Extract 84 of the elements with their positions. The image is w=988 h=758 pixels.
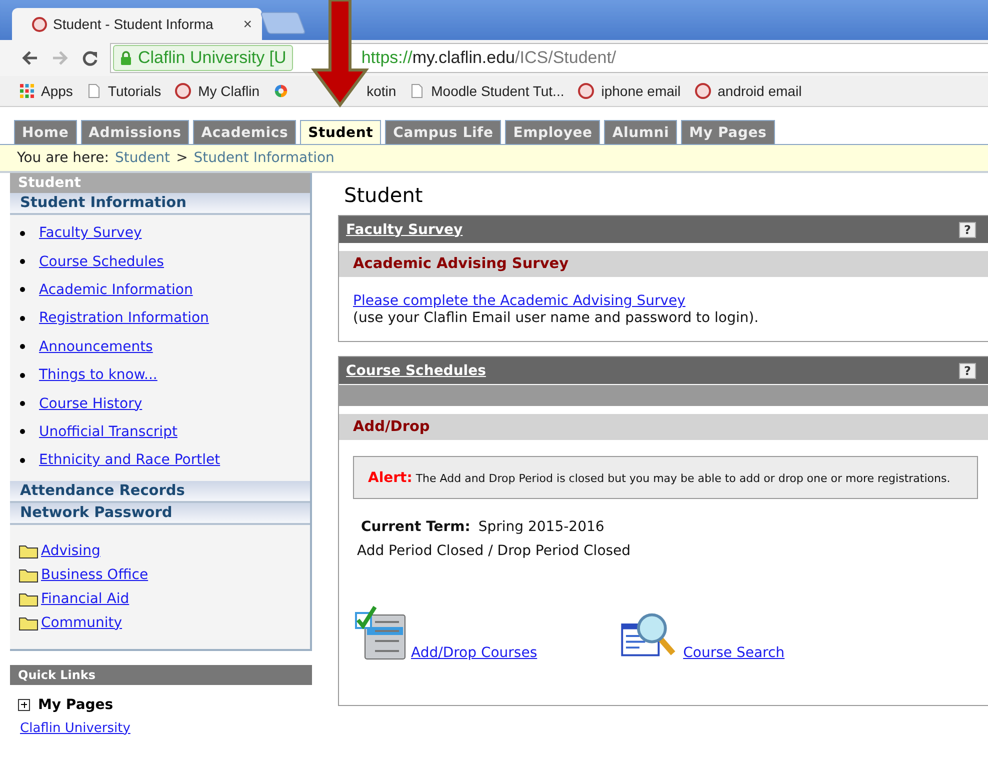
bookmark[interactable]: kotin (274, 83, 396, 99)
sidebar-section[interactable]: Network Password (10, 502, 310, 525)
swirl-icon (274, 84, 288, 98)
portlet-title-link[interactable]: Course Schedules (346, 362, 486, 378)
new-tab-button[interactable] (260, 12, 306, 34)
alert-message: Alert: The Add and Drop Period is closed but you may be able to add or drop one or more registrations. (353, 456, 978, 499)
address-bar[interactable]: Claflin University [U https://my.claflin.edu/ICS/Student/ (110, 43, 988, 73)
breadcrumb-link[interactable]: Student (114, 150, 170, 166)
action-link[interactable]: Course Search (683, 645, 785, 661)
nav-tab[interactable]: My Pages (681, 120, 775, 144)
bookmark[interactable]: Moodle Student Tut... (410, 83, 564, 99)
portlet-subheader: Academic Advising Survey (339, 251, 988, 277)
sidebar-link[interactable]: Faculty Survey (39, 225, 142, 242)
folder-link[interactable]: Business Office (41, 566, 148, 583)
sidebar-section[interactable]: Attendance Records (10, 480, 310, 503)
close-tab-button[interactable]: × (243, 16, 252, 32)
bullet-icon (20, 230, 25, 236)
sidebar-link[interactable]: Ethnicity and Race Portlet (39, 452, 220, 468)
folder-icon (18, 590, 39, 607)
sidebar-link[interactable]: Registration Information (39, 310, 209, 326)
bullet-icon (20, 372, 25, 378)
seal-icon (32, 16, 47, 32)
survey-link[interactable]: Please complete the Academic Advising Survey (353, 293, 686, 309)
bullet-icon (20, 458, 25, 463)
expand-toggle[interactable] (18, 698, 30, 711)
sidebar-section[interactable]: Student Information (10, 193, 310, 215)
page-title: Student (343, 182, 424, 209)
nav-tab[interactable]: Campus Life (385, 120, 502, 144)
page-icon (410, 84, 424, 98)
sidebar-link[interactable]: Announcements (39, 338, 153, 355)
folder-link[interactable]: Financial Aid (41, 590, 130, 607)
bullet-icon (20, 401, 25, 406)
bookmark[interactable]: iphone email (578, 83, 681, 99)
bookmark[interactable]: android email (694, 83, 802, 99)
folder-link[interactable]: Advising (41, 542, 100, 559)
bullet-icon (20, 259, 25, 264)
portlet-subheader: Add/Drop (339, 414, 988, 440)
bullet-icon (20, 316, 25, 321)
seal-icon (578, 83, 594, 99)
lock-icon (120, 50, 132, 66)
url-text: https://my.claflin.edu/ICS/Student/ (361, 48, 616, 68)
nav-tab[interactable]: Employee (505, 120, 600, 144)
folder-icon (18, 542, 39, 559)
bookmark[interactable]: Tutorials (86, 83, 162, 99)
term-label: Current Term: (361, 519, 470, 535)
nav-tab[interactable]: Alumni (604, 120, 678, 144)
seal-icon (175, 83, 192, 99)
nav-tab[interactable]: Home (14, 120, 77, 144)
nav-tab[interactable]: Academics (193, 120, 296, 144)
breadcrumb-separator: > (176, 150, 188, 166)
quick-link[interactable]: Claflin University (20, 720, 130, 736)
bookmark[interactable]: My Claflin (175, 83, 260, 99)
breadcrumb-link[interactable]: Student Information (194, 150, 334, 166)
sidebar-link[interactable]: Course Schedules (39, 254, 164, 270)
bullet-icon (20, 429, 25, 434)
breadcrumb-label: You are here: (17, 150, 109, 166)
folder-icon (18, 566, 39, 583)
help-button[interactable]: ? (959, 222, 976, 238)
bullet-icon (20, 287, 25, 292)
apps-grid-icon (20, 84, 34, 98)
folder-link[interactable]: Community (41, 614, 122, 631)
survey-note: (use your Claflin Email user name and password to login). (353, 310, 760, 327)
folder-icon (18, 614, 39, 631)
bookmark[interactable]: Apps (20, 83, 73, 99)
nav-tab[interactable]: Admissions (80, 120, 190, 144)
period-status: Add Period Closed / Drop Period Closed (356, 543, 632, 559)
seal-icon (694, 83, 711, 99)
page-icon (86, 84, 101, 98)
browser-tab[interactable]: Student - Student Informa × (12, 8, 262, 40)
sidebar-link[interactable]: Course History (39, 396, 142, 412)
quick-links-group[interactable]: My Pages (38, 696, 114, 713)
site-identity: Claflin University [U (138, 48, 286, 68)
term-value: Spring 2015-2016 (478, 519, 604, 535)
action-link[interactable]: Add/Drop Courses (411, 645, 538, 661)
nav-tab[interactable]: Student (300, 120, 382, 144)
sidebar-link[interactable]: Academic Information (39, 282, 193, 298)
sidebar-link[interactable]: Unofficial Transcript (39, 424, 178, 440)
sidebar-link[interactable]: Things to know... (39, 367, 158, 384)
checklist-icon (355, 605, 407, 661)
sidebar-title: Student (10, 173, 310, 193)
help-button[interactable]: ? (959, 362, 976, 378)
bullet-icon (20, 344, 25, 350)
quick-links-title: Quick Links (10, 664, 312, 685)
portlet-title-link[interactable]: Faculty Survey (346, 222, 463, 238)
